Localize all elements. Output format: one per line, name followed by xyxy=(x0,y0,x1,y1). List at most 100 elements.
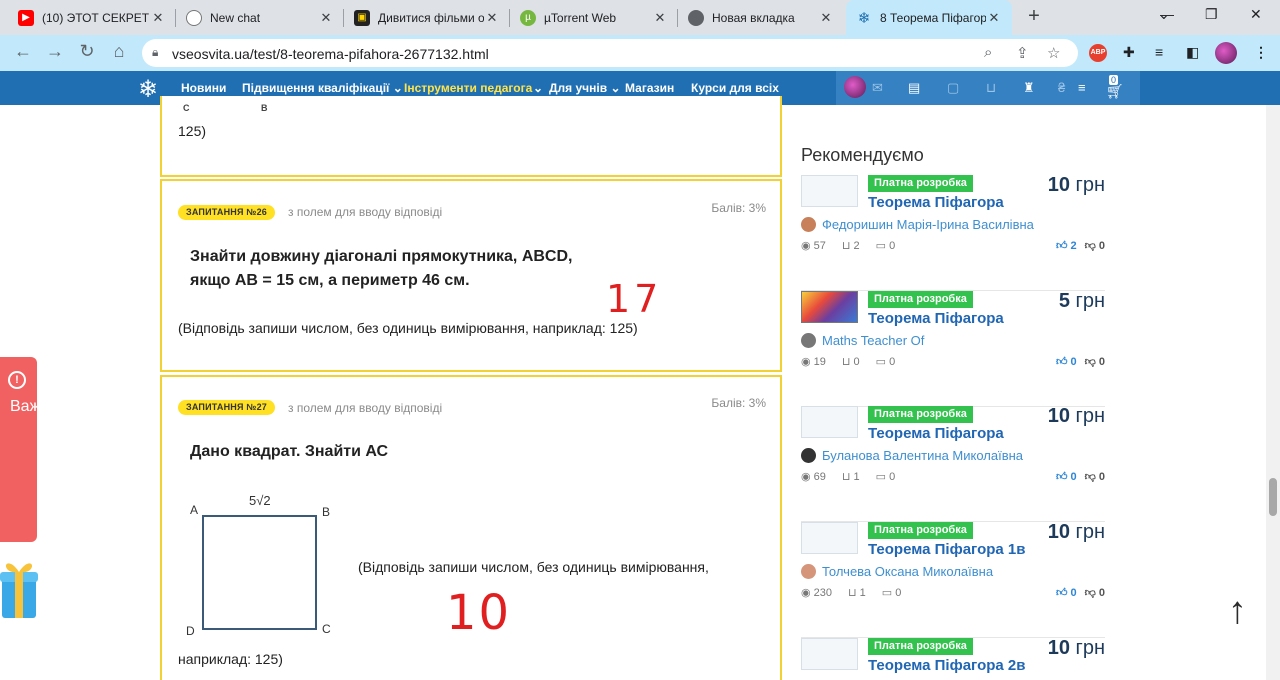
lock-icon[interactable]: 🔒︎ xyxy=(152,45,158,60)
restore-icon[interactable]: ❐ xyxy=(1205,6,1218,23)
recommend-item[interactable]: Платна розробка 10 грн Теорема Піфагора … xyxy=(801,521,1105,638)
dislikes-count: 0 xyxy=(1098,471,1105,483)
forward-icon[interactable]: → xyxy=(44,41,66,62)
dislike-icon[interactable]: 👎︎ 0 xyxy=(1085,471,1105,483)
close-icon[interactable]: ✕ xyxy=(318,10,334,26)
purchases-count: 2 xyxy=(853,240,860,252)
author-link[interactable]: Федоришин Марія-Ірина Василівна xyxy=(801,217,1034,232)
minimize-icon[interactable]: — xyxy=(1160,6,1174,22)
close-icon[interactable]: ✕ xyxy=(818,10,834,26)
close-icon[interactable]: ✕ xyxy=(150,10,166,26)
price: 5 грн xyxy=(1059,290,1105,313)
back-icon[interactable]: ← xyxy=(12,41,34,62)
scrollbar-thumb[interactable] xyxy=(1269,478,1277,516)
menu-qualification[interactable]: Підвищення кваліфікації ⌄ xyxy=(242,81,403,95)
tab-title: New chat xyxy=(210,10,261,25)
recommend-item[interactable]: Платна розробка 10 грн Теорема Піфагора … xyxy=(801,174,1105,291)
menu-for-students[interactable]: Для учнів ⌄ xyxy=(549,81,621,95)
chat-icon[interactable]: ▤ xyxy=(908,80,920,96)
reload-icon[interactable]: ↻ xyxy=(76,41,98,62)
answer-hint: 125) xyxy=(178,123,207,139)
hamburger-icon[interactable]: ≡ xyxy=(1078,80,1086,95)
author-link[interactable]: Буланова Валентина Миколаївна xyxy=(801,448,1023,463)
material-title[interactable]: Теорема Піфагора 1в xyxy=(868,541,1026,558)
dislike-icon[interactable]: 👎︎ 0 xyxy=(1085,587,1105,599)
material-thumbnail[interactable] xyxy=(801,406,858,438)
views-icon: ◉ 69 xyxy=(801,471,826,483)
media-control-icon[interactable]: ≡ xyxy=(1155,44,1163,60)
comments-count: 0 xyxy=(889,356,896,368)
share-icon[interactable]: ⇪ xyxy=(1016,44,1029,62)
tab-youtube[interactable]: ▶ (10) ЭТОТ СЕКРЕТН ✕ xyxy=(8,0,176,35)
menu-dots-icon[interactable]: ⋮ xyxy=(1254,44,1268,61)
extensions-icon[interactable]: ✚ xyxy=(1123,44,1135,61)
close-icon[interactable]: ✕ xyxy=(652,10,668,26)
zoom-icon[interactable]: ⌕ xyxy=(984,44,992,61)
tab-title: 8 Теорема Піфагор xyxy=(880,10,986,25)
adblock-icon[interactable]: ABP xyxy=(1089,44,1107,62)
url-bar[interactable]: 🔒︎ vseosvita.ua/test/8-teorema-pifahora-… xyxy=(142,39,1078,67)
arrow-up-icon[interactable]: ↑ xyxy=(1228,590,1247,633)
avatar xyxy=(801,448,816,463)
profile-avatar[interactable] xyxy=(1215,42,1237,64)
shopping-cart[interactable]: 0 🛒︎ xyxy=(1104,75,1132,99)
tab-new-tab[interactable]: Новая вкладка ✕ xyxy=(678,0,844,35)
menu-courses[interactable]: Курси для всіх xyxy=(691,81,779,95)
like-icon[interactable]: 👍︎ 2 xyxy=(1056,240,1077,252)
trophy-icon[interactable]: ♜ xyxy=(1023,80,1035,96)
close-icon[interactable]: ✕ xyxy=(484,10,500,26)
question-type: з полем для вводу відповіді xyxy=(288,205,443,219)
important-tab[interactable]: ! Важливо xyxy=(0,357,76,542)
side-panel-icon[interactable]: ◧ xyxy=(1186,44,1199,61)
material-title[interactable]: Теорема Піфагора xyxy=(868,425,1004,442)
material-title[interactable]: Теорема Піфагора 2в xyxy=(868,657,1026,674)
like-icon[interactable]: 👍︎ 0 xyxy=(1056,471,1077,483)
like-icon[interactable]: 👍︎ 0 xyxy=(1056,587,1077,599)
recommend-item[interactable]: Платна розробка 5 грн Теорема Піфагора M… xyxy=(801,290,1105,407)
material-title[interactable]: Теорема Піфагора xyxy=(868,310,1004,327)
dislike-icon[interactable]: 👎︎ 0 xyxy=(1085,240,1105,252)
tab-utorrent[interactable]: µ µTorrent Web ✕ xyxy=(510,0,678,35)
material-title[interactable]: Теорема Піфагора xyxy=(868,194,1004,211)
close-icon[interactable]: ✕ xyxy=(986,10,1002,26)
dislike-icon[interactable]: 👎︎ 0 xyxy=(1085,356,1105,368)
mail-icon[interactable]: ✉ xyxy=(872,80,883,96)
recommend-item[interactable]: Платна розробка 10 грн Теорема Піфагора … xyxy=(801,637,1105,680)
like-icon[interactable]: 👍︎ 0 xyxy=(1056,356,1077,368)
cart-icon: ⊔ 2 xyxy=(841,240,860,252)
author-link[interactable]: Толчева Оксана Миколаївна xyxy=(801,564,993,579)
likes-count: 0 xyxy=(1070,471,1077,483)
site-logo-icon[interactable]: ❄ xyxy=(138,75,158,104)
tab-films[interactable]: ▣ Дивитися фільми о ✕ xyxy=(344,0,510,35)
question-score: Балів: 3% xyxy=(711,201,766,215)
home-icon[interactable]: ⌂ xyxy=(108,41,130,62)
close-window-icon[interactable]: ✕ xyxy=(1250,6,1262,23)
price-value: 10 xyxy=(1047,405,1070,427)
cart-icon[interactable]: ⊔ xyxy=(986,80,996,96)
user-avatar[interactable] xyxy=(844,76,866,98)
gift-icon[interactable] xyxy=(0,556,38,620)
document-icon[interactable]: ▢ xyxy=(947,80,959,96)
bookmark-star-icon[interactable]: ☆ xyxy=(1047,44,1060,62)
tab-pythagoras[interactable]: ❄ 8 Теорема Піфагор ✕ xyxy=(846,0,1012,35)
new-tab-button[interactable]: + xyxy=(1022,5,1046,28)
material-thumbnail[interactable] xyxy=(801,638,858,670)
menu-shop[interactable]: Магазин xyxy=(625,81,674,95)
material-stats: ◉ 230 ⊔ 1 ▭ 0 xyxy=(801,586,917,599)
chevron-down-icon[interactable]: ⌄ xyxy=(533,81,543,95)
material-thumbnail[interactable] xyxy=(801,522,858,554)
author-link[interactable]: Maths Teacher Of xyxy=(801,333,924,348)
tab-title: µTorrent Web xyxy=(544,10,617,25)
vseosvita-icon: ❄ xyxy=(857,9,871,27)
purchases-count: 1 xyxy=(859,587,866,599)
scrollbar[interactable] xyxy=(1266,105,1280,680)
menu-news[interactable]: Новини xyxy=(181,81,226,95)
cart-icon: ⊔ 1 xyxy=(841,471,860,483)
url-text[interactable]: vseosvita.ua/test/8-teorema-pifahora-267… xyxy=(172,46,489,62)
tab-new-chat[interactable]: New chat ✕ xyxy=(176,0,344,35)
material-thumbnail[interactable] xyxy=(801,291,858,323)
views-count: 69 xyxy=(813,471,826,483)
recommend-item[interactable]: Платна розробка 10 грн Теорема Піфагора … xyxy=(801,405,1105,522)
hryvnia-icon[interactable]: ₴ xyxy=(1058,80,1065,95)
material-thumbnail[interactable] xyxy=(801,175,858,207)
